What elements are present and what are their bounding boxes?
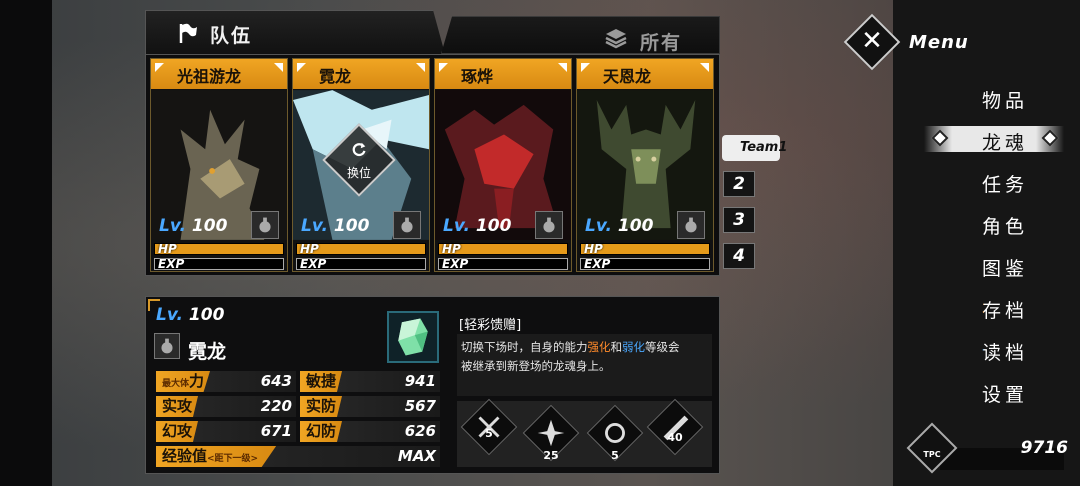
card-name: 天恩龙 bbox=[603, 67, 652, 86]
exp-bar: EXP bbox=[154, 257, 284, 271]
corner-marker bbox=[581, 63, 590, 72]
swap-button[interactable]: 换位 bbox=[333, 141, 385, 181]
refresh-icon bbox=[352, 142, 366, 157]
stat-illus-atk: 幻攻 671 bbox=[156, 421, 296, 442]
team-card[interactable]: 霓龙 换位 Lv. 100 HP EXP bbox=[292, 58, 430, 272]
corner-marker bbox=[700, 63, 709, 72]
team-tab-2[interactable]: 2 bbox=[723, 171, 755, 197]
menu-item-quests[interactable]: 任务 bbox=[960, 170, 1050, 197]
team-tab-3-label: 3 bbox=[733, 210, 745, 230]
skill-count: 5 bbox=[611, 449, 619, 462]
skill-count: 5 bbox=[485, 427, 493, 440]
team-card[interactable]: 琢烨 Lv. 100 HP EXP bbox=[434, 58, 572, 272]
detail-name: 霓龙 bbox=[188, 341, 227, 363]
corner-marker bbox=[297, 63, 306, 72]
card-name-bar bbox=[435, 59, 571, 89]
menu-item-items[interactable]: 物品 bbox=[960, 86, 1050, 113]
exp-bar: EXP bbox=[580, 257, 710, 271]
crystal-item-icon[interactable] bbox=[387, 311, 439, 363]
tpc-label: TPC bbox=[923, 450, 941, 459]
potion-icon bbox=[677, 211, 705, 239]
team-tab-3[interactable]: 3 bbox=[723, 207, 755, 233]
skill-icon-row: 5 25 5 40 bbox=[457, 398, 712, 467]
hp-bar: HP bbox=[296, 242, 426, 256]
tpc-value: 9716 bbox=[1020, 438, 1068, 458]
menu-panel bbox=[893, 0, 1080, 486]
potion-icon bbox=[393, 211, 421, 239]
menu-title: Menu bbox=[909, 32, 969, 53]
card-level: Lv. 100 bbox=[301, 216, 370, 236]
stat-phys-atk: 实攻 220 bbox=[156, 396, 296, 417]
stat-agility: 敏捷 941 bbox=[300, 371, 440, 392]
hp-bar: HP bbox=[580, 242, 710, 256]
potion-icon bbox=[535, 211, 563, 239]
close-icon[interactable]: ✕ bbox=[852, 26, 892, 56]
card-level: Lv. 100 bbox=[443, 216, 512, 236]
card-level: Lv. 100 bbox=[159, 216, 228, 236]
hp-bar: HP bbox=[154, 242, 284, 256]
skill-count: 25 bbox=[543, 449, 559, 462]
menu-item-character[interactable]: 角色 bbox=[960, 212, 1050, 239]
detail-panel: Lv. 100 霓龙 最大体力 643 敏捷 941 实攻 220 实防 567… bbox=[145, 296, 720, 474]
team-panel: 光祖游龙 Lv. 100 HP EXP 霓龙 换位 Lv. 100 HP EXP… bbox=[145, 54, 720, 276]
skill-slot-icon[interactable] bbox=[646, 398, 704, 456]
tab-all[interactable]: 所有 bbox=[441, 16, 720, 54]
swap-label: 换位 bbox=[346, 166, 371, 180]
menu-item-load[interactable]: 读档 bbox=[960, 338, 1050, 365]
team-tab-4-label: 4 bbox=[733, 246, 745, 266]
exp-bar: EXP bbox=[296, 257, 426, 271]
team-tab-1-label: Team1 bbox=[740, 140, 788, 155]
card-name: 琢烨 bbox=[461, 67, 494, 86]
corner-marker bbox=[439, 63, 448, 72]
skill-count: 40 bbox=[667, 431, 683, 444]
skill-description: 切换下场时，自身的能力强化和弱化等级会 被继承到新登场的龙魂身上。 bbox=[457, 334, 712, 396]
team-card[interactable]: 光祖游龙 Lv. 100 HP EXP bbox=[150, 58, 288, 272]
stat-illus-def: 幻防 626 bbox=[300, 421, 440, 442]
tab-team[interactable]: 队伍 bbox=[145, 10, 445, 54]
card-name: 霓龙 bbox=[319, 67, 352, 86]
detail-level: Lv. 100 bbox=[156, 305, 225, 325]
card-name: 光祖游龙 bbox=[177, 67, 242, 86]
corner-marker bbox=[558, 63, 567, 72]
card-level: Lv. 100 bbox=[585, 216, 654, 236]
potion-icon bbox=[154, 333, 180, 359]
stat-exp: 经验值<距下一级> MAX bbox=[156, 446, 440, 467]
card-name-bar bbox=[293, 59, 429, 89]
corner-marker bbox=[416, 63, 425, 72]
exp-bar: EXP bbox=[438, 257, 568, 271]
tab-bar: 队伍 所有 bbox=[145, 10, 720, 54]
menu-item-dragon-soul[interactable]: 龙魂 bbox=[960, 128, 1050, 155]
team-tab-2-label: 2 bbox=[733, 174, 745, 194]
corner-marker bbox=[274, 63, 283, 72]
tab-team-label: 队伍 bbox=[210, 25, 253, 47]
stat-max-hp: 最大体力 643 bbox=[156, 371, 296, 392]
team-tab-4[interactable]: 4 bbox=[723, 243, 755, 269]
team-card[interactable]: 天恩龙 Lv. 100 HP EXP bbox=[576, 58, 714, 272]
hp-bar: HP bbox=[438, 242, 568, 256]
team-tab-1[interactable]: Team1 bbox=[722, 135, 787, 161]
layers-icon bbox=[605, 29, 627, 49]
tab-all-label: 所有 bbox=[640, 32, 683, 54]
flag-icon bbox=[179, 23, 197, 43]
left-edge bbox=[0, 0, 52, 486]
menu-item-encyclopedia[interactable]: 图鉴 bbox=[960, 254, 1050, 281]
menu-item-save[interactable]: 存档 bbox=[960, 296, 1050, 323]
corner-marker bbox=[155, 63, 164, 72]
stat-phys-def: 实防 567 bbox=[300, 396, 440, 417]
potion-icon bbox=[251, 211, 279, 239]
skill-title: [轻彩馈赠] bbox=[459, 318, 522, 333]
menu-item-settings[interactable]: 设置 bbox=[960, 380, 1050, 407]
